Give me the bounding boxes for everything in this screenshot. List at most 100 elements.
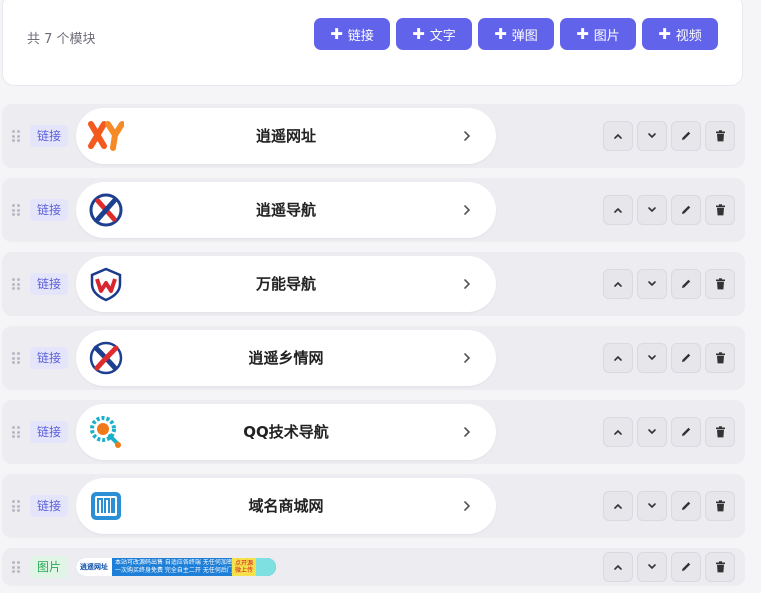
trash-icon — [715, 426, 725, 438]
banner-end-strip — [256, 558, 276, 576]
module-card[interactable]: 逍遥乡情网 — [76, 330, 496, 386]
row-actions — [603, 269, 735, 299]
module-count: 共 7 个模块 — [27, 32, 96, 47]
edit-button[interactable] — [671, 552, 701, 582]
module-card[interactable]: 万能导航 — [76, 256, 496, 312]
chevron-up-icon — [614, 503, 622, 509]
move-up-button[interactable] — [603, 269, 633, 299]
trash-icon — [715, 500, 725, 512]
drag-handle-icon[interactable] — [12, 352, 20, 364]
delete-button[interactable] — [705, 417, 735, 447]
move-down-button[interactable] — [637, 417, 667, 447]
chevron-up-icon — [614, 355, 622, 361]
module-type-tag: 图片 — [30, 556, 69, 578]
module-type-tag: 链接 — [30, 273, 69, 295]
drag-handle-icon[interactable] — [12, 204, 20, 216]
move-up-button[interactable] — [603, 121, 633, 151]
pencil-icon — [682, 427, 691, 436]
chevron-up-icon — [614, 429, 622, 435]
chevron-right-icon — [464, 501, 471, 511]
delete-button[interactable] — [705, 195, 735, 225]
move-down-button[interactable] — [637, 343, 667, 373]
chevron-down-icon — [648, 564, 656, 570]
trash-icon — [715, 561, 725, 573]
edit-button[interactable] — [671, 195, 701, 225]
module-row: 链接 逍遥乡情网 — [2, 326, 745, 390]
move-up-button[interactable] — [603, 417, 633, 447]
banner-badge-line-2: 微上传 — [234, 567, 253, 574]
module-type-tag: 链接 — [30, 495, 69, 517]
pencil-icon — [682, 205, 691, 214]
edit-button[interactable] — [671, 121, 701, 151]
module-title: 逍遥乡情网 — [248, 349, 324, 367]
module-card[interactable]: 逍遥导航 — [76, 182, 496, 238]
plus-icon: ✚ — [576, 24, 589, 43]
trash-icon — [715, 130, 725, 142]
module-title: QQ技术导航 — [243, 423, 329, 441]
chevron-up-icon — [614, 207, 622, 213]
module-card[interactable]: 逍遥网址 — [76, 108, 496, 164]
chevron-right-icon — [464, 279, 471, 289]
chevron-right-icon — [464, 205, 471, 215]
move-up-button[interactable] — [603, 552, 633, 582]
edit-button[interactable] — [671, 343, 701, 373]
module-row: 链接 域名商城网 — [2, 474, 745, 538]
move-down-button[interactable] — [637, 121, 667, 151]
delete-button[interactable] — [705, 491, 735, 521]
pencil-icon — [682, 353, 691, 362]
chevron-right-icon — [464, 427, 471, 437]
pencil-icon — [682, 131, 691, 140]
plus-icon: ✚ — [658, 24, 671, 43]
edit-button[interactable] — [671, 491, 701, 521]
chevron-down-icon — [648, 429, 656, 435]
module-type-tag: 链接 — [30, 125, 69, 147]
drag-handle-icon[interactable] — [12, 426, 20, 438]
delete-button[interactable] — [705, 552, 735, 582]
move-down-button[interactable] — [637, 269, 667, 299]
delete-button[interactable] — [705, 121, 735, 151]
drag-handle-icon[interactable] — [12, 500, 20, 512]
move-down-button[interactable] — [637, 195, 667, 225]
move-down-button[interactable] — [637, 491, 667, 521]
add-popup-button[interactable]: ✚ 弹图 — [478, 18, 554, 50]
move-down-button[interactable] — [637, 552, 667, 582]
module-title: 逍遥导航 — [255, 201, 316, 219]
delete-button[interactable] — [705, 269, 735, 299]
module-row: 链接 逍遥导航 — [2, 178, 745, 242]
chevron-down-icon — [648, 281, 656, 287]
edit-button[interactable] — [671, 417, 701, 447]
module-row: 链接 逍遥网址 — [2, 104, 745, 168]
chevron-down-icon — [648, 133, 656, 139]
drag-handle-icon[interactable] — [12, 561, 20, 573]
add-image-button[interactable]: ✚ 图片 — [560, 18, 636, 50]
edit-button[interactable] — [671, 269, 701, 299]
row-actions — [603, 195, 735, 225]
module-title: 域名商城网 — [248, 497, 324, 515]
chevron-up-icon — [614, 281, 622, 287]
move-up-button[interactable] — [603, 491, 633, 521]
pencil-icon — [682, 501, 691, 510]
row-actions — [603, 417, 735, 447]
module-card[interactable]: QQ技术导航 — [76, 404, 496, 460]
chevron-down-icon — [648, 355, 656, 361]
add-video-button[interactable]: ✚ 视频 — [642, 18, 718, 50]
move-up-button[interactable] — [603, 343, 633, 373]
trash-icon — [715, 352, 725, 364]
chevron-right-icon — [464, 131, 471, 141]
trash-icon — [715, 278, 725, 290]
banner-line-1: 本站可改源码出售 自适应各终端 无任何加密 — [115, 559, 232, 566]
add-text-button[interactable]: ✚ 文字 — [396, 18, 472, 50]
plus-icon: ✚ — [494, 24, 507, 43]
move-up-button[interactable] — [603, 195, 633, 225]
chevron-up-icon — [614, 564, 622, 570]
module-card[interactable]: 域名商城网 — [76, 478, 496, 534]
row-actions — [603, 552, 735, 582]
delete-button[interactable] — [705, 343, 735, 373]
banner-badge: 点开源 微上传 — [231, 558, 256, 576]
drag-handle-icon[interactable] — [12, 130, 20, 142]
banner-image[interactable]: 逍遥网址 本站可改源码出售 自适应各终端 无任何加密 一次购买终身免费 完全自主… — [76, 558, 276, 576]
drag-handle-icon[interactable] — [12, 278, 20, 290]
add-link-button[interactable]: ✚ 链接 — [314, 18, 390, 50]
row-actions — [603, 121, 735, 151]
banner-badge-line-1: 点开源 — [234, 560, 253, 567]
